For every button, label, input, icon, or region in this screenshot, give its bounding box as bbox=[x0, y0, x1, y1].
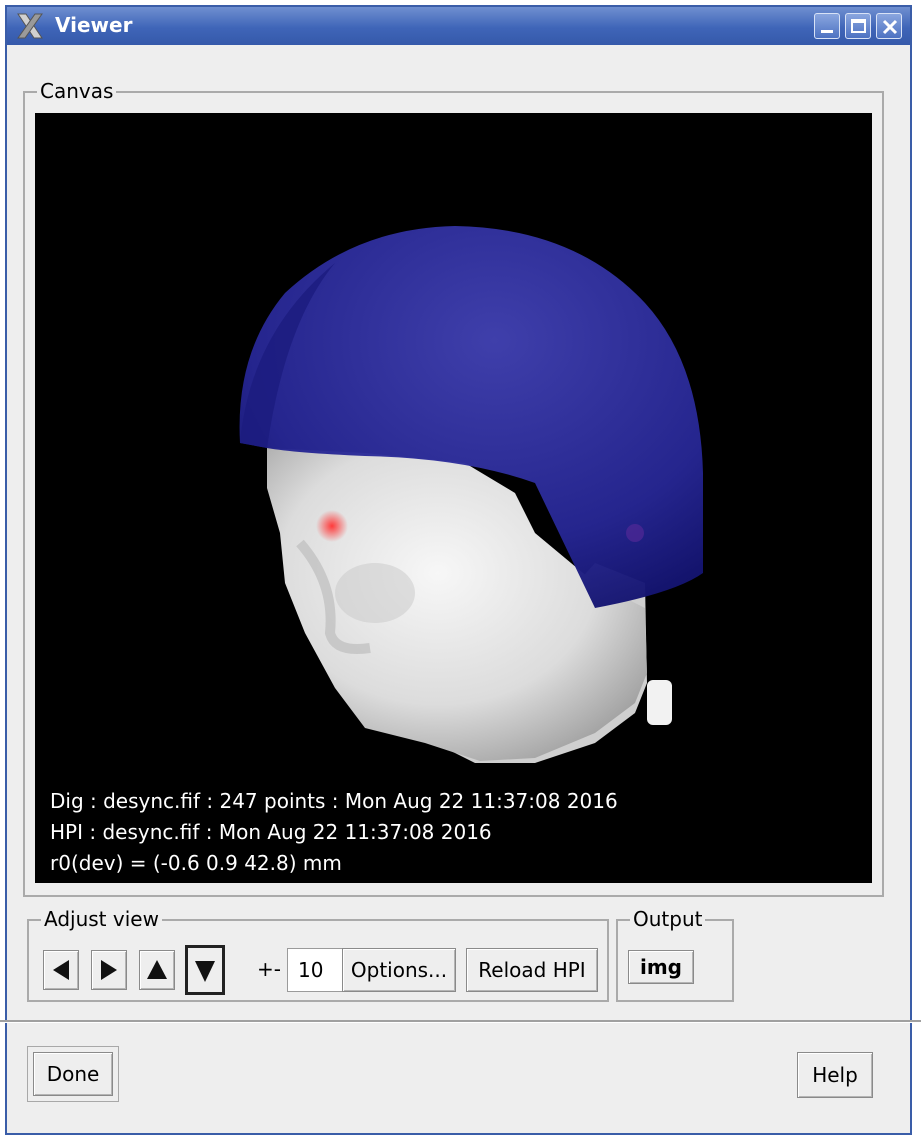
close-button[interactable] bbox=[876, 13, 902, 39]
rotate-left-button[interactable] bbox=[43, 950, 79, 990]
save-image-button[interactable]: img bbox=[628, 950, 694, 984]
help-button[interactable]: Help bbox=[797, 1052, 873, 1098]
info-line-r0: r0(dev) = (-0.6 0.9 42.8) mm bbox=[50, 851, 342, 875]
window-title: Viewer bbox=[55, 13, 133, 37]
options-button[interactable]: Options... bbox=[342, 948, 456, 992]
output-group: Output img bbox=[616, 907, 734, 1002]
title-bar[interactable]: Viewer bbox=[7, 7, 910, 45]
footer-separator bbox=[0, 1020, 921, 1023]
done-default-frame: Done bbox=[27, 1046, 119, 1102]
rotate-right-button[interactable] bbox=[91, 950, 127, 990]
step-label: +- bbox=[257, 957, 281, 981]
minimize-button[interactable] bbox=[814, 13, 840, 39]
right-arrow-icon bbox=[101, 960, 117, 980]
minimize-icon bbox=[821, 30, 833, 33]
x-logo-icon bbox=[17, 13, 43, 39]
adjust-view-group: Adjust view +- Options... Reload HPI bbox=[27, 907, 609, 1002]
left-arrow-icon bbox=[53, 960, 69, 980]
head-model-render bbox=[239, 226, 703, 763]
down-arrow-icon bbox=[195, 961, 215, 982]
rotate-down-button[interactable] bbox=[185, 945, 225, 995]
output-legend: Output bbox=[630, 907, 706, 931]
render-canvas[interactable]: Dig : desync.fif : 247 points : Mon Aug … bbox=[35, 113, 872, 883]
maximize-icon bbox=[851, 19, 866, 33]
up-arrow-icon bbox=[147, 960, 167, 979]
info-line-hpi: HPI : desync.fif : Mon Aug 22 11:37:08 2… bbox=[50, 820, 492, 844]
done-button[interactable]: Done bbox=[33, 1052, 113, 1096]
info-line-dig: Dig : desync.fif : 247 points : Mon Aug … bbox=[50, 789, 618, 813]
maximize-button[interactable] bbox=[845, 13, 871, 39]
close-icon bbox=[882, 19, 898, 35]
canvas-group: Canvas Dig: desync.fif: 247 points: M… bbox=[23, 79, 884, 897]
reload-hpi-button[interactable]: Reload HPI bbox=[466, 948, 598, 992]
adjust-view-legend: Adjust view bbox=[41, 907, 162, 931]
canvas-legend: Canvas bbox=[37, 79, 117, 103]
rotate-up-button[interactable] bbox=[139, 950, 175, 990]
